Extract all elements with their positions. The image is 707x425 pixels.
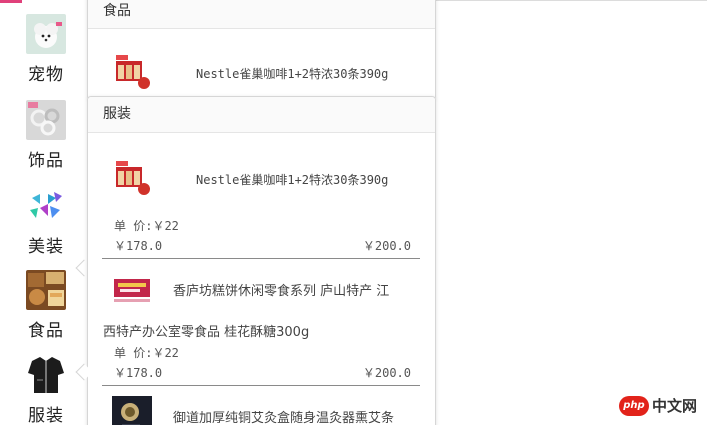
nav-item-pet[interactable]: 宠物 <box>22 14 70 85</box>
nav-item-beauty[interactable]: 美装 <box>22 186 70 257</box>
pastry-box-thumbnail-icon <box>112 269 152 309</box>
php-cn-watermark: php 中文网 <box>618 395 697 416</box>
top-divider <box>434 0 707 1</box>
price-original: ￥200.0 <box>362 366 411 380</box>
nav-item-label: 服装 <box>28 406 64 425</box>
top-accent-strip <box>0 0 22 3</box>
product-item[interactable]: 御道加厚纯铜艾灸盒随身温灸器熏艾条 <box>112 396 394 425</box>
product-name: Nestle雀巢咖啡1+2特浓30条390g <box>196 66 389 81</box>
product-name: Nestle雀巢咖啡1+2特浓30条390g <box>196 172 389 187</box>
clothing-popover: 服装 Nestle雀巢咖啡1+2特浓30条390g 单 价:￥22 ￥178.0… <box>87 96 436 425</box>
unit-price: 单 价:￥22 <box>114 219 179 233</box>
php-logo-icon: php <box>618 395 649 416</box>
panel-title: 服装 <box>88 97 435 133</box>
nav-item-clothing[interactable]: 服装 <box>22 355 70 425</box>
butterfly-bows-thumbnail-icon <box>26 186 66 226</box>
watermark-text: 中文网 <box>651 397 697 415</box>
product-item[interactable]: 香庐坊糕饼休闲零食系列 庐山特产 江 <box>112 269 389 309</box>
unit-price: 单 价:￥22 <box>114 346 179 360</box>
nav-item-label: 饰品 <box>28 151 64 171</box>
nav-item-label: 食品 <box>28 321 64 341</box>
nav-item-jewelry[interactable]: 饰品 <box>22 100 70 171</box>
nav-item-label: 宠物 <box>28 65 64 85</box>
coffee-pack-thumbnail-icon <box>112 159 152 199</box>
black-jacket-thumbnail-icon <box>26 355 66 395</box>
price-current: ￥178.0 <box>114 366 163 380</box>
product-name: 御道加厚纯铜艾灸盒随身温灸器熏艾条 <box>173 410 395 425</box>
price-original: ￥200.0 <box>362 239 411 253</box>
jewelry-rings-thumbnail-icon <box>26 100 66 140</box>
moxa-box-thumbnail-icon <box>112 396 152 425</box>
coffee-pack-thumbnail-icon <box>112 53 152 93</box>
price-current: ￥178.0 <box>114 239 163 253</box>
nav-item-label: 美装 <box>28 237 64 257</box>
product-item[interactable]: Nestle雀巢咖啡1+2特浓30条390g <box>112 53 388 93</box>
item-divider <box>102 385 420 386</box>
snack-food-thumbnail-icon <box>26 270 66 310</box>
item-divider <box>102 258 420 259</box>
pet-dog-thumbnail-icon <box>26 14 66 54</box>
nav-item-food[interactable]: 食品 <box>22 270 70 341</box>
product-name-line1: 香庐坊糕饼休闲零食系列 庐山特产 江 <box>173 283 390 299</box>
panel-title: 食品 <box>88 0 435 29</box>
product-name-line2: 西特产办公室零食品 桂花酥糖300g <box>103 325 310 340</box>
food-popover: 食品 Nestle雀巢咖啡1+2特浓30条390g <box>87 0 436 100</box>
product-item[interactable]: Nestle雀巢咖啡1+2特浓30条390g <box>112 159 388 199</box>
